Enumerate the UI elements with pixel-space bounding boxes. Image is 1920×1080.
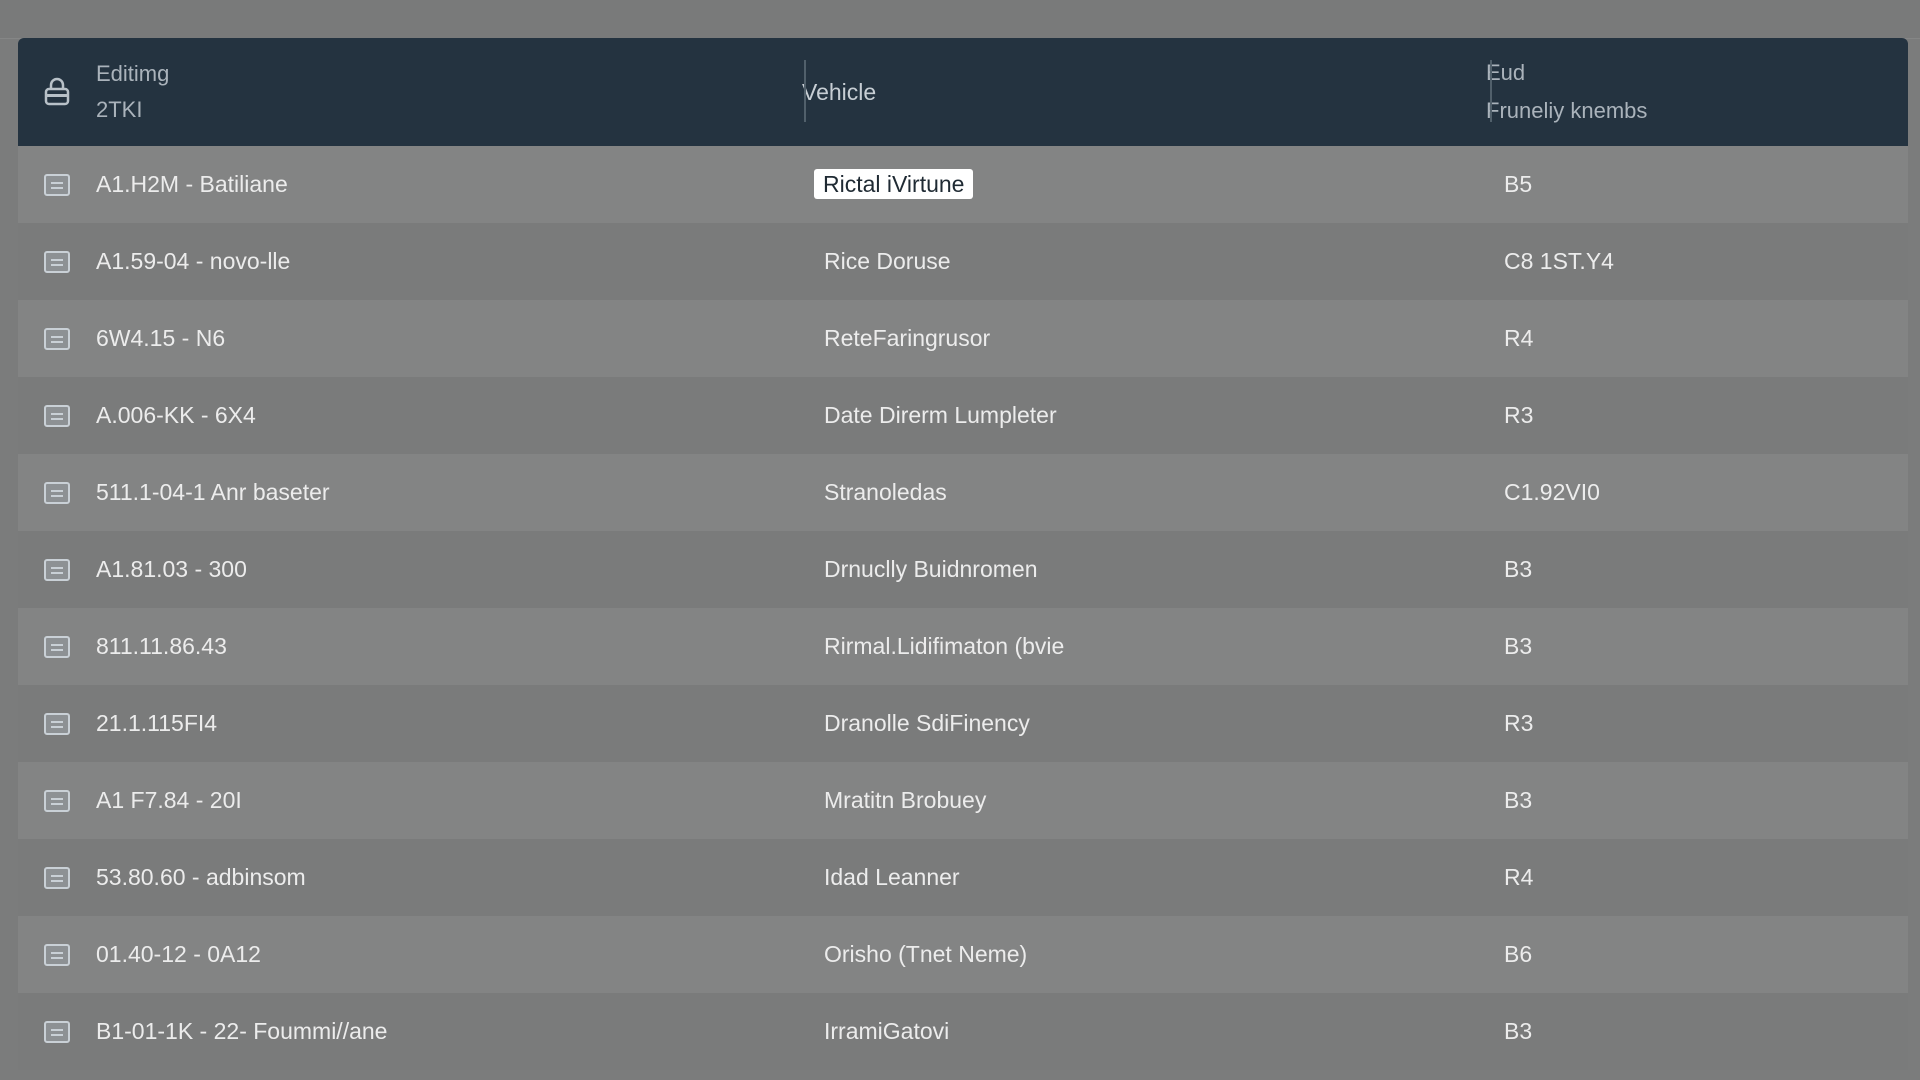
table-body: A1.H2M - Batiliane Rictal iVirtune B5 A1.59… xyxy=(18,146,1908,1070)
table-row[interactable]: B1-01-1K - 22- Foummi//ane IrramiGatovi B3 xyxy=(18,993,1908,1070)
header-divider xyxy=(804,60,806,122)
row-icon-cell xyxy=(18,1020,96,1043)
row-code: 811.11.86.43 xyxy=(96,633,227,659)
row-grade: B3 xyxy=(1504,787,1533,813)
row-vehicle: Rirmal.Lidifimaton (bvie xyxy=(824,633,1065,659)
row-vehicle-cell: Dranolle SdiFinency xyxy=(824,710,1504,737)
header-editing-title: Editimg xyxy=(96,61,170,86)
row-vehicle: Orisho (Tnet Neme) xyxy=(824,941,1028,967)
header-editing[interactable]: Editimg 2TKI xyxy=(96,56,802,128)
row-code: A1 F7.84 - 20I xyxy=(96,787,242,813)
row-vehicle-cell: Rice Doruse xyxy=(824,248,1504,275)
row-vehicle-cell: IrramiGatovi xyxy=(824,1018,1504,1045)
row-vehicle: Idad Leanner xyxy=(824,864,960,890)
row-vehicle: Mratitn Brobuey xyxy=(824,787,987,813)
row-icon-cell xyxy=(18,712,96,735)
document-icon[interactable] xyxy=(44,250,70,273)
header-eud[interactable]: Eud Fruneliy knembs xyxy=(1486,54,1906,130)
row-icon-cell xyxy=(18,943,96,966)
row-code: 21.1.115FI4 xyxy=(96,710,218,736)
table-row[interactable]: 53.80.60 - adbinsom Idad Leanner R4 xyxy=(18,839,1908,916)
row-grade: B6 xyxy=(1504,941,1533,967)
row-vehicle-cell: Rictal iVirtune xyxy=(814,169,1504,199)
row-grade: C8 1ST.Y4 xyxy=(1504,248,1614,274)
row-vehicle: Date Direrm Lumpleter xyxy=(824,402,1057,428)
row-grade: R4 xyxy=(1504,864,1534,890)
row-grade: R4 xyxy=(1504,325,1534,351)
document-icon[interactable] xyxy=(44,404,70,427)
row-vehicle: Dranolle SdiFinency xyxy=(824,710,1030,736)
document-icon[interactable] xyxy=(44,866,70,889)
table-row[interactable]: A1.H2M - Batiliane Rictal iVirtune B5 xyxy=(18,146,1908,223)
table-row[interactable]: 511.1-04-1 Anr baseter Stranoledas C1.92VI… xyxy=(18,454,1908,531)
header-divider xyxy=(1490,60,1492,122)
row-vehicle-cell: ReteFaringrusor xyxy=(824,325,1504,352)
row-icon-cell xyxy=(18,404,96,427)
row-grade: R3 xyxy=(1504,402,1534,428)
table-row[interactable]: A1.81.03 - 300 Drnuclly Buidnromen B3 xyxy=(18,531,1908,608)
row-code: A1.59-04 - novo-lle xyxy=(96,248,291,274)
row-code: B1-01-1K - 22- Foummi//ane xyxy=(96,1018,388,1044)
row-grade: B3 xyxy=(1504,1018,1533,1044)
document-icon[interactable] xyxy=(44,327,70,350)
header-eud-subtitle: Fruneliy knembs xyxy=(1486,98,1648,123)
row-grade: B5 xyxy=(1504,171,1533,197)
header-vehicle[interactable]: Vehicle xyxy=(802,79,1486,106)
row-icon-cell xyxy=(18,866,96,889)
header-editing-subtitle: 2TKI xyxy=(96,97,143,122)
lock-icon[interactable] xyxy=(18,77,96,107)
row-icon-cell xyxy=(18,481,96,504)
records-table: Editimg 2TKI Vehicle Eud Fruneliy knembs… xyxy=(18,38,1908,1070)
document-icon[interactable] xyxy=(44,943,70,966)
table-row[interactable]: 811.11.86.43 Rirmal.Lidifimaton (bvie B3 xyxy=(18,608,1908,685)
row-icon-cell xyxy=(18,327,96,350)
row-icon-cell xyxy=(18,250,96,273)
row-grade: C1.92VI0 xyxy=(1504,479,1600,505)
row-grade: R3 xyxy=(1504,710,1534,736)
table-row[interactable]: A1.59-04 - novo-lle Rice Doruse C8 1ST.Y4 xyxy=(18,223,1908,300)
top-strip xyxy=(0,0,1920,39)
row-grade: B3 xyxy=(1504,556,1533,582)
table-row[interactable]: A.006-KK - 6X4 Date Direrm Lumpleter R3 xyxy=(18,377,1908,454)
document-icon[interactable] xyxy=(44,789,70,812)
row-code: A1.81.03 - 300 xyxy=(96,556,247,582)
row-vehicle-cell: Mratitn Brobuey xyxy=(824,787,1504,814)
row-icon-cell xyxy=(18,635,96,658)
row-icon-cell xyxy=(18,173,96,196)
row-code: 53.80.60 - adbinsom xyxy=(96,864,306,890)
document-icon[interactable] xyxy=(44,481,70,504)
row-code: 6W4.15 - N6 xyxy=(96,325,226,351)
row-vehicle: IrramiGatovi xyxy=(824,1018,950,1044)
row-vehicle-cell: Date Direrm Lumpleter xyxy=(824,402,1504,429)
row-vehicle-cell: Idad Leanner xyxy=(824,864,1504,891)
table-row[interactable]: A1 F7.84 - 20I Mratitn Brobuey B3 xyxy=(18,762,1908,839)
row-vehicle-cell: Stranoledas xyxy=(824,479,1504,506)
row-code: A1.H2M - Batiliane xyxy=(96,171,288,197)
row-vehicle: Stranoledas xyxy=(824,479,947,505)
document-icon[interactable] xyxy=(44,558,70,581)
table-row[interactable]: 21.1.115FI4 Dranolle SdiFinency R3 xyxy=(18,685,1908,762)
row-vehicle-cell: Rirmal.Lidifimaton (bvie xyxy=(824,633,1504,660)
row-code: 01.40-12 - 0A12 xyxy=(96,941,261,967)
document-icon[interactable] xyxy=(44,1020,70,1043)
row-code: 511.1-04-1 Anr baseter xyxy=(96,479,330,505)
document-icon[interactable] xyxy=(44,712,70,735)
row-grade: B3 xyxy=(1504,633,1533,659)
document-icon[interactable] xyxy=(44,173,70,196)
row-icon-cell xyxy=(18,789,96,812)
row-vehicle-cell: Drnuclly Buidnromen xyxy=(824,556,1504,583)
row-vehicle: ReteFaringrusor xyxy=(824,325,991,351)
table-row[interactable]: 6W4.15 - N6 ReteFaringrusor R4 xyxy=(18,300,1908,377)
row-icon-cell xyxy=(18,558,96,581)
table-header: Editimg 2TKI Vehicle Eud Fruneliy knembs xyxy=(18,38,1908,146)
row-vehicle: Rice Doruse xyxy=(824,248,951,274)
table-row[interactable]: 01.40-12 - 0A12 Orisho (Tnet Neme) B6 xyxy=(18,916,1908,993)
document-icon[interactable] xyxy=(44,635,70,658)
header-eud-title: Eud xyxy=(1486,60,1526,85)
row-vehicle: Drnuclly Buidnromen xyxy=(824,556,1038,582)
row-code: A.006-KK - 6X4 xyxy=(96,402,256,428)
row-vehicle[interactable]: Rictal iVirtune xyxy=(814,169,974,199)
row-vehicle-cell: Orisho (Tnet Neme) xyxy=(824,941,1504,968)
